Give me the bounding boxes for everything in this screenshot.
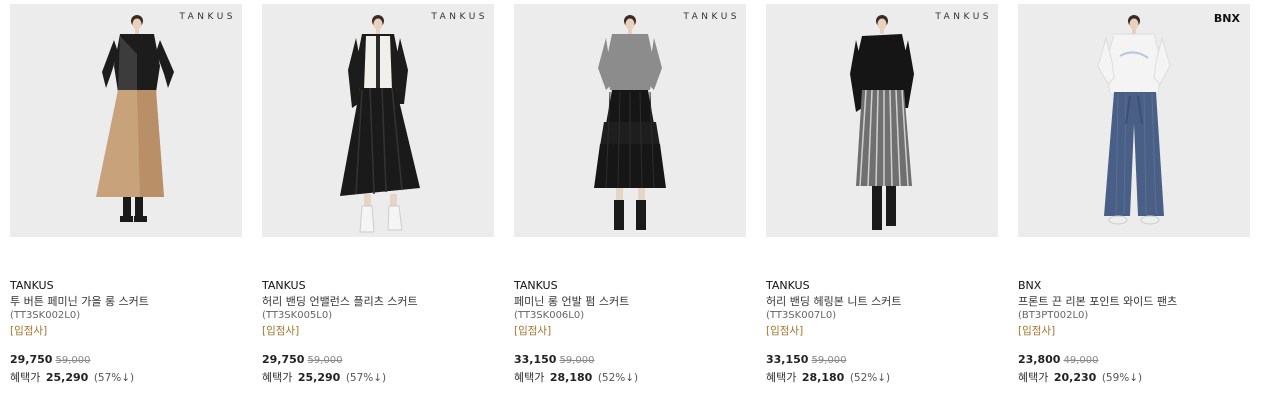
benefit-label: 혜택가: [1018, 371, 1049, 384]
product-name[interactable]: 페미닌 롱 언발 펌 스커트: [514, 294, 684, 309]
product-code: (TT3SK002L0): [10, 310, 81, 321]
benefit-discount: (57%↓): [93, 372, 135, 384]
product-image[interactable]: TANKUS: [514, 4, 746, 237]
brand-name[interactable]: TANKUS: [10, 279, 242, 293]
product-name[interactable]: 허리 밴딩 헤링본 니트 스커트: [766, 294, 936, 309]
benefit-price: 25,290: [45, 371, 89, 384]
benefit-price: 20,230: [1053, 371, 1097, 384]
product-image[interactable]: TANKUS: [10, 4, 242, 237]
benefit-label: 혜택가: [10, 371, 41, 384]
product-name[interactable]: 허리 밴딩 언밸런스 플리츠 스커트: [262, 294, 432, 309]
model-photo: [96, 15, 174, 222]
seller-tag: [입점사]: [10, 325, 48, 337]
brand-name[interactable]: BNX: [1018, 279, 1250, 293]
original-price: 59,000: [307, 355, 343, 366]
model-photo: [594, 15, 666, 230]
seller-tag: [입점사]: [766, 325, 804, 337]
seller-tag: [입점사]: [1018, 325, 1056, 337]
original-price: 59,000: [559, 355, 595, 366]
model-photo: [1097, 15, 1171, 225]
seller-tag: [입점사]: [262, 325, 300, 337]
brand-logo: TANKUS: [179, 12, 236, 22]
original-price: 59,000: [811, 355, 847, 366]
sale-price: 23,800: [1018, 353, 1061, 366]
benefit-discount: (59%↓): [1101, 372, 1143, 384]
brand-logo: TANKUS: [935, 12, 992, 22]
benefit-price: 28,180: [549, 371, 593, 384]
product-code: (TT3SK007L0): [766, 310, 837, 321]
product-name[interactable]: 투 버튼 페미닌 가을 롱 스커트: [10, 294, 180, 309]
benefit-discount: (52%↓): [849, 372, 891, 384]
original-price: 49,000: [1063, 355, 1099, 366]
benefit-label: 혜택가: [766, 371, 797, 384]
benefit-discount: (57%↓): [345, 372, 387, 384]
benefit-price: 28,180: [801, 371, 845, 384]
brand-name[interactable]: TANKUS: [262, 279, 494, 293]
model-photo: [340, 15, 420, 233]
product-code: (TT3SK006L0): [514, 310, 585, 321]
brand-logo: TANKUS: [431, 12, 488, 22]
product-name[interactable]: 프론트 끈 리본 포인트 와이드 팬츠: [1018, 294, 1188, 309]
product-image[interactable]: BNX: [1018, 4, 1250, 237]
brand-name[interactable]: TANKUS: [766, 279, 998, 293]
sale-price: 33,150: [766, 353, 809, 366]
brand-logo: BNX: [1213, 12, 1240, 25]
seller-tag: [입점사]: [514, 325, 552, 337]
product-image[interactable]: TANKUS: [262, 4, 494, 237]
benefit-label: 혜택가: [514, 371, 545, 384]
model-photo: [850, 15, 914, 230]
original-price: 59,000: [55, 355, 91, 366]
sale-price: 29,750: [262, 353, 305, 366]
benefit-price: 25,290: [297, 371, 341, 384]
brand-logo: TANKUS: [683, 12, 740, 22]
benefit-label: 혜택가: [262, 371, 293, 384]
benefit-discount: (52%↓): [597, 372, 639, 384]
product-code: (BT3PT002L0): [1018, 310, 1089, 321]
product-code: (TT3SK005L0): [262, 310, 333, 321]
product-image[interactable]: TANKUS: [766, 4, 998, 237]
brand-name[interactable]: TANKUS: [514, 279, 746, 293]
sale-price: 33,150: [514, 353, 557, 366]
sale-price: 29,750: [10, 353, 53, 366]
